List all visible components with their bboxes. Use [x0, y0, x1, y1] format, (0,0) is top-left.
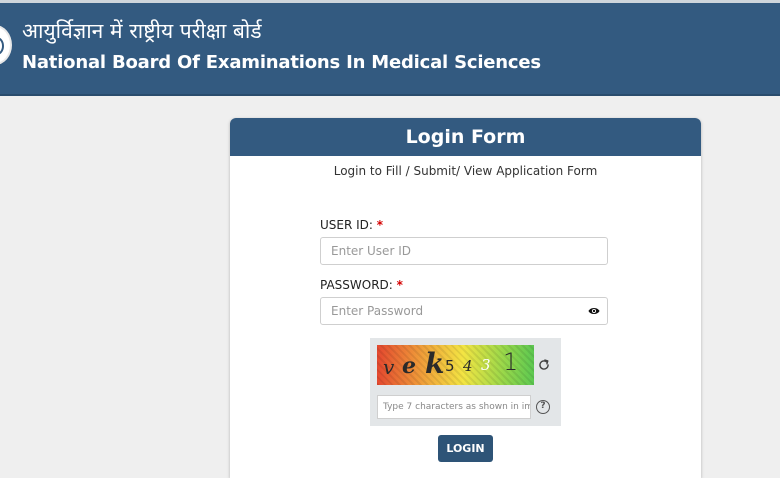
captcha-char: 3	[481, 356, 491, 374]
user-id-label-text: USER ID:	[320, 218, 373, 232]
required-asterisk: *	[396, 278, 403, 292]
required-asterisk: *	[376, 218, 384, 232]
question-mark-icon[interactable]: ?	[536, 400, 550, 414]
captcha-char: e	[402, 353, 416, 379]
captcha-panel: v e k 5 4 3 1 Type 7 characters as shown…	[370, 338, 561, 426]
refresh-icon[interactable]	[537, 358, 551, 372]
header-title-english: National Board Of Examinations In Medica…	[22, 52, 541, 73]
captcha-input[interactable]: Type 7 characters as shown in image	[377, 395, 531, 419]
eye-icon[interactable]	[588, 305, 600, 317]
password-placeholder: Enter Password	[331, 304, 424, 318]
password-input[interactable]: Enter Password	[320, 297, 608, 325]
user-id-input[interactable]: Enter User ID	[320, 237, 608, 265]
captcha-char: 5	[445, 357, 455, 375]
login-form-card: Login Form Login to Fill / Submit/ View …	[230, 118, 701, 478]
header-title-hindi: आयुर्विज्ञान में राष्ट्रीय परीक्षा बोर्ड	[22, 19, 262, 43]
captcha-char: v	[383, 355, 395, 379]
site-header: आयुर्विज्ञान में राष्ट्रीय परीक्षा बोर्ड…	[0, 3, 780, 96]
password-label: PASSWORD: *	[320, 278, 403, 292]
captcha-char: 4	[463, 357, 473, 375]
captcha-image: v e k 5 4 3 1	[377, 345, 534, 385]
emblem-logo-icon	[0, 25, 12, 65]
captcha-char: k	[425, 347, 445, 380]
user-id-label: USER ID: *	[320, 218, 383, 232]
user-id-placeholder: Enter User ID	[331, 244, 411, 258]
login-form-subtitle: Login to Fill / Submit/ View Application…	[333, 164, 598, 178]
captcha-char: 1	[503, 348, 519, 376]
login-button[interactable]: LOGIN	[438, 435, 493, 462]
login-form-heading: Login Form	[230, 118, 701, 156]
captcha-placeholder: Type 7 characters as shown in image	[383, 402, 530, 412]
password-label-text: PASSWORD:	[320, 278, 393, 292]
